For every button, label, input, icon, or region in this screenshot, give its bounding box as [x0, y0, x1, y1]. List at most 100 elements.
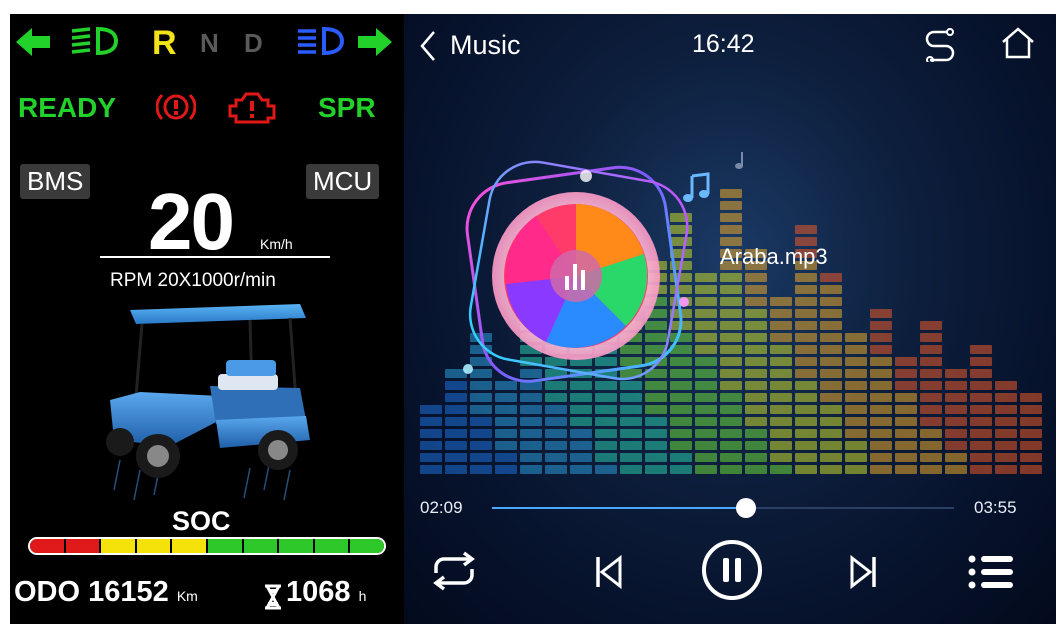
- equalizer-cell: [445, 393, 467, 402]
- equalizer-cell: [795, 273, 817, 282]
- equalizer-cell: [1020, 429, 1042, 438]
- music-note-icon: [683, 172, 710, 202]
- equalizer-cell: [770, 393, 792, 402]
- equalizer-cell: [745, 405, 767, 414]
- equalizer-cell: [645, 417, 667, 426]
- equalizer-cell: [695, 297, 717, 306]
- elapsed-time: 02:09: [420, 498, 463, 517]
- equalizer-cell: [895, 441, 917, 450]
- equalizer-cell: [695, 369, 717, 378]
- equalizer-cell: [870, 393, 892, 402]
- repeat-icon[interactable]: [428, 551, 480, 591]
- equalizer-cell: [945, 453, 967, 462]
- equalizer-cell: [420, 417, 442, 426]
- equalizer-cell: [895, 405, 917, 414]
- equalizer-cell: [745, 297, 767, 306]
- equalizer-cell: [720, 321, 742, 330]
- equalizer-cell: [770, 453, 792, 462]
- equalizer-cell: [745, 441, 767, 450]
- equalizer-cell: [645, 405, 667, 414]
- soc-label: SOC: [172, 506, 231, 536]
- equalizer-cell: [820, 453, 842, 462]
- equalizer-cell: [945, 393, 967, 402]
- speed-unit: Km/h: [260, 236, 293, 252]
- equalizer-cell: [845, 369, 867, 378]
- equalizer-cell: [670, 417, 692, 426]
- equalizer-cell: [720, 453, 742, 462]
- equalizer-cell: [745, 273, 767, 282]
- bms-button[interactable]: BMS: [20, 164, 91, 199]
- equalizer-cell: [745, 369, 767, 378]
- clock: 16:42: [692, 30, 755, 58]
- equalizer-cell: [795, 285, 817, 294]
- equalizer-cell: [945, 441, 967, 450]
- equalizer-cell: [820, 417, 842, 426]
- equalizer-cell: [495, 429, 517, 438]
- back-chevron-icon[interactable]: [418, 30, 438, 62]
- equalizer-cell: [920, 417, 942, 426]
- equalizer-column: [745, 249, 767, 474]
- equalizer-cell: [720, 369, 742, 378]
- equalizer-cell: [545, 429, 567, 438]
- equalizer-cell: [420, 429, 442, 438]
- equalizer-cell: [595, 429, 617, 438]
- equalizer-cell: [895, 357, 917, 366]
- soc-segment: [136, 539, 173, 553]
- progress-track[interactable]: [492, 498, 954, 518]
- route-icon[interactable]: [924, 26, 956, 62]
- equalizer-cell: [445, 441, 467, 450]
- gear-d: D: [244, 28, 263, 58]
- equalizer-cell: [570, 417, 592, 426]
- previous-icon[interactable]: [594, 554, 624, 590]
- equalizer-cell: [920, 405, 942, 414]
- soc-segment: [279, 539, 315, 553]
- page-title[interactable]: Music: [450, 30, 521, 61]
- equalizer-cell: [720, 393, 742, 402]
- equalizer-cell: [820, 441, 842, 450]
- next-icon[interactable]: [848, 554, 878, 590]
- equalizer-cell: [695, 465, 717, 474]
- equalizer-cell: [820, 357, 842, 366]
- equalizer-cell: [870, 369, 892, 378]
- total-time: 03:55: [974, 498, 1017, 517]
- equalizer-cell: [470, 453, 492, 462]
- equalizer-cell: [1020, 405, 1042, 414]
- equalizer-cell: [445, 417, 467, 426]
- equalizer-cell: [470, 417, 492, 426]
- playlist-icon[interactable]: [968, 554, 1014, 590]
- ready-indicator: READY: [18, 92, 117, 123]
- equalizer-cell: [570, 441, 592, 450]
- equalizer-cell: [970, 465, 992, 474]
- equalizer-cell: [495, 417, 517, 426]
- equalizer-cell: [845, 429, 867, 438]
- equalizer-cell: [845, 453, 867, 462]
- equalizer-cell: [695, 333, 717, 342]
- hours-unit: h: [358, 588, 367, 604]
- equalizer-cell: [745, 393, 767, 402]
- equalizer-cell: [520, 465, 542, 474]
- equalizer-cell: [795, 405, 817, 414]
- equalizer-cell: [795, 297, 817, 306]
- equalizer-cell: [820, 273, 842, 282]
- mcu-button[interactable]: MCU: [306, 164, 380, 199]
- equalizer-cell: [970, 381, 992, 390]
- equalizer-cell: [820, 309, 842, 318]
- equalizer-cell: [495, 465, 517, 474]
- equalizer-cell: [545, 417, 567, 426]
- pause-button[interactable]: [700, 538, 764, 602]
- equalizer-cell: [495, 453, 517, 462]
- equalizer-cell: [795, 369, 817, 378]
- equalizer-cell: [920, 333, 942, 342]
- equalizer-cell: [845, 405, 867, 414]
- equalizer-cell: [820, 381, 842, 390]
- equalizer-cell: [695, 357, 717, 366]
- equalizer-cell: [920, 453, 942, 462]
- equalizer-cell: [795, 417, 817, 426]
- equalizer-cell: [520, 453, 542, 462]
- equalizer-cell: [745, 465, 767, 474]
- odo-label: ODO: [14, 576, 81, 608]
- equalizer-cell: [720, 429, 742, 438]
- progress-knob[interactable]: [736, 498, 757, 518]
- equalizer-cell: [745, 357, 767, 366]
- home-icon[interactable]: [1000, 26, 1036, 60]
